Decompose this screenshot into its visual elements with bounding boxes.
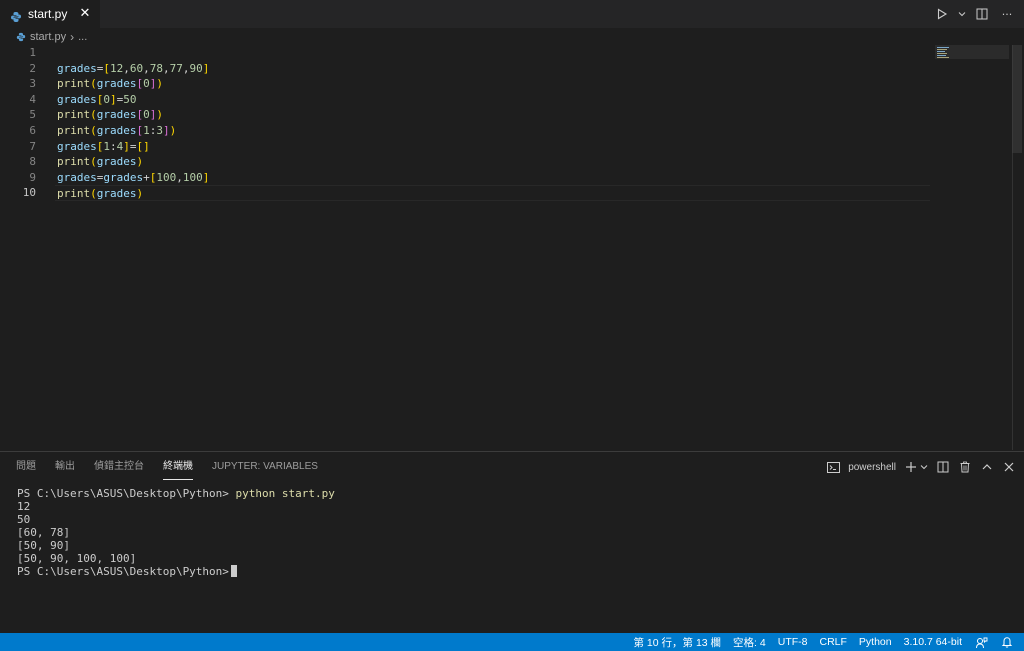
line-number-active: 10 — [22, 186, 36, 200]
code-line[interactable]: print(grades[0]) — [57, 107, 932, 123]
status-encoding[interactable]: UTF-8 — [778, 636, 808, 648]
tab-jupyter-variables[interactable]: JUPYTER: VARIABLES — [212, 460, 318, 480]
line-number: 1 — [29, 46, 36, 59]
play-icon[interactable] — [934, 6, 950, 22]
tab-terminal[interactable]: 終端機 — [163, 460, 193, 480]
editor-scrollbar[interactable] — [1012, 45, 1022, 153]
code-line[interactable] — [57, 45, 932, 61]
status-bar: 第 10 行，第 13 欄 空格: 4 UTF-8 CRLF Python 3.… — [0, 633, 1024, 651]
terminal-line: 50 — [17, 513, 31, 526]
terminal-shell-selector[interactable]: powershell — [848, 462, 896, 473]
python-file-icon — [16, 32, 26, 42]
line-number: 7 — [29, 139, 36, 153]
trash-icon[interactable] — [958, 460, 972, 474]
breadcrumb-file[interactable]: start.py — [30, 31, 66, 43]
code-line[interactable]: print(grades[0]) — [57, 76, 932, 92]
line-number: 3 — [29, 77, 36, 91]
line-number: 5 — [29, 108, 36, 122]
terminal-icon — [826, 460, 840, 474]
add-terminal-icon[interactable] — [904, 460, 918, 474]
bell-icon[interactable] — [1000, 635, 1014, 649]
bottom-panel: 問題 輸出 偵錯主控台 終端機 JUPYTER: VARIABLES power… — [0, 451, 1024, 633]
status-cursor-position[interactable]: 第 10 行，第 13 欄 — [634, 635, 722, 650]
terminal-prompt: PS C:\Users\ASUS\Desktop\Python> — [17, 565, 229, 578]
code-line[interactable]: grades[1:4]=[] — [57, 139, 932, 155]
line-number: 9 — [29, 170, 36, 184]
terminal-output[interactable]: PS C:\Users\ASUS\Desktop\Python> python … — [17, 487, 1007, 578]
chevron-right-icon: › — [70, 30, 75, 44]
line-number: 6 — [29, 123, 36, 137]
line-number: 8 — [29, 155, 36, 169]
line-number: 4 — [29, 92, 36, 106]
status-interpreter[interactable]: 3.10.7 64-bit — [904, 636, 962, 648]
tab-problems[interactable]: 問題 — [16, 460, 36, 480]
terminal-cursor — [230, 565, 237, 577]
line-number: 2 — [29, 61, 36, 75]
close-panel-icon[interactable] — [1002, 460, 1016, 474]
code-lines[interactable]: grades=[12,60,78,77,90] print(grades[0])… — [55, 45, 932, 201]
chevron-down-icon[interactable] — [958, 6, 966, 22]
line-number-gutter: 1 2 3 4 5 6 7 8 9 10 — [0, 45, 44, 201]
tab-output[interactable]: 輸出 — [55, 460, 75, 480]
minimap[interactable] — [935, 45, 1009, 61]
panel-tabs: 問題 輸出 偵錯主控台 終端機 JUPYTER: VARIABLES — [16, 460, 318, 480]
code-line[interactable]: print(grades[1:3]) — [57, 123, 932, 139]
split-terminal-icon[interactable] — [936, 460, 950, 474]
feedback-icon[interactable] — [974, 635, 988, 649]
terminal-line[interactable]: PS C:\Users\ASUS\Desktop\Python> — [17, 565, 1007, 578]
terminal-line: [50, 90] — [17, 539, 70, 552]
terminal-command: python start.py — [235, 487, 335, 500]
breadcrumb: start.py › ... — [16, 29, 87, 45]
split-editor-icon[interactable] — [974, 6, 990, 22]
more-actions-icon[interactable]: ··· — [998, 6, 1016, 22]
code-line[interactable]: grades=[12,60,78,77,90] — [57, 61, 932, 77]
chevron-down-icon[interactable] — [920, 460, 928, 474]
code-line[interactable]: grades=grades+[100,100] — [57, 170, 932, 186]
python-file-icon — [10, 8, 22, 22]
tab-debug-console[interactable]: 偵錯主控台 — [94, 460, 144, 480]
close-tab-icon[interactable]: ✕ — [78, 6, 92, 21]
terminal-prompt: PS C:\Users\ASUS\Desktop\Python> — [17, 487, 229, 500]
terminal-line: 12 — [17, 500, 31, 513]
status-eol[interactable]: CRLF — [819, 636, 846, 648]
code-editor[interactable]: 1 2 3 4 5 6 7 8 9 10 grades=[12,60,78,77… — [0, 45, 1012, 450]
terminal-line: [50, 90, 100, 100] — [17, 552, 137, 565]
code-line[interactable]: print(grades) — [57, 154, 932, 170]
terminal-line: PS C:\Users\ASUS\Desktop\Python> python … — [17, 487, 1007, 500]
terminal-line: [60, 78] — [17, 526, 70, 539]
status-indentation[interactable]: 空格: 4 — [733, 635, 766, 650]
tab-start-py[interactable]: start.py ✕ — [0, 0, 100, 28]
breadcrumb-symbols[interactable]: ... — [78, 31, 87, 43]
status-language[interactable]: Python — [859, 636, 892, 648]
panel-actions: powershell — [826, 458, 1016, 476]
code-line-current[interactable]: print(grades) — [55, 185, 930, 201]
editor-tab-bar: start.py ✕ ··· — [0, 0, 1024, 28]
maximize-panel-icon[interactable] — [980, 460, 994, 474]
code-line[interactable]: grades[0]=50 — [57, 92, 932, 108]
tab-label: start.py — [28, 7, 68, 21]
